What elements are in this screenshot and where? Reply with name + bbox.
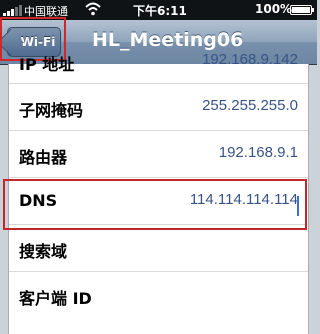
client-id-row[interactable]: 客户端 ID <box>9 272 308 319</box>
dns-row-highlight <box>3 179 307 230</box>
battery-percentage: 100% <box>255 2 293 16</box>
router-row[interactable]: 路由器 192.168.9.1 <box>9 131 308 178</box>
text-cursor <box>297 196 299 216</box>
client-id-label: 客户端 ID <box>19 289 92 308</box>
search-domains-row[interactable]: 搜索域 <box>9 225 308 272</box>
clock: 下午6:11 <box>133 4 187 18</box>
router-value: 192.168.9.1 <box>218 144 298 161</box>
signal-strength-icon <box>3 5 25 16</box>
subnet-mask-value: 255.255.255.0 <box>202 97 298 114</box>
search-domains-label: 搜索域 <box>19 242 68 261</box>
subnet-mask-row[interactable]: 子网掩码 255.255.255.0 <box>9 84 308 131</box>
wifi-icon <box>85 2 101 16</box>
router-label: 路由器 <box>19 148 68 167</box>
battery-icon <box>290 5 314 15</box>
page-title: HL_Meeting06 <box>92 29 244 51</box>
subnet-mask-label: 子网掩码 <box>19 101 84 120</box>
ip-address-label: IP 地址 <box>19 55 75 74</box>
ip-address-row[interactable]: IP 地址 192.168.9.142 <box>9 51 308 84</box>
ip-address-value: 192.168.9.142 <box>202 51 298 68</box>
